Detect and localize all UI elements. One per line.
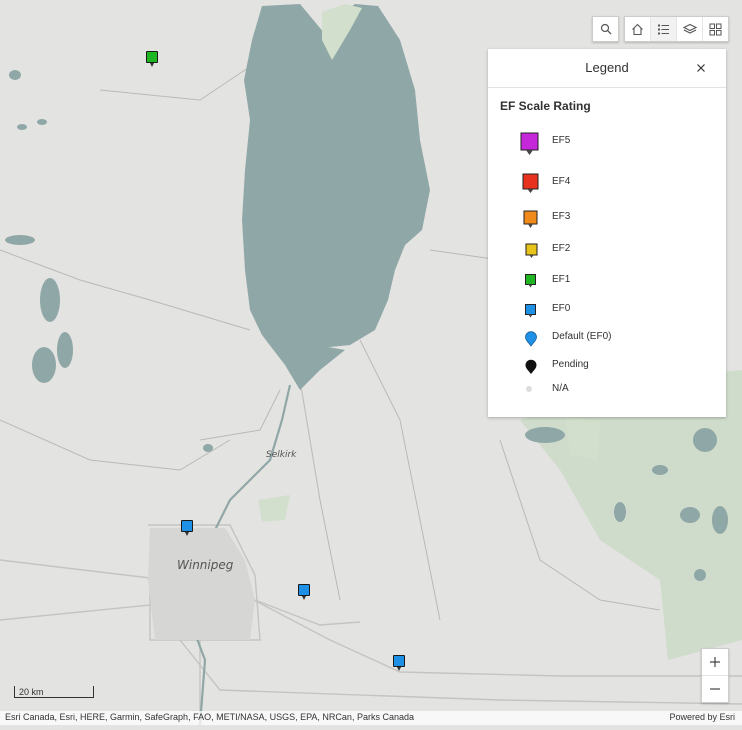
legend-item-label: EF1 — [552, 274, 571, 285]
park-area — [565, 418, 600, 460]
square-pin-icon — [520, 132, 539, 155]
search-icon — [600, 23, 611, 35]
home-icon — [632, 23, 643, 35]
legend-title: Legend — [585, 60, 629, 75]
legend-item-label: Default (EF0) — [552, 331, 612, 342]
zoom-control — [701, 648, 729, 703]
widget-toolbar — [624, 16, 729, 42]
legend-item-label: EF4 — [552, 176, 571, 187]
legend-item-label: N/A — [552, 383, 569, 394]
attribution-bar: Esri Canada, Esri, HERE, Garmin, SafeGra… — [0, 711, 742, 725]
place-label-winnipeg: Winnipeg — [177, 558, 234, 572]
layers-icon — [682, 23, 697, 34]
legend-list-icon — [658, 24, 669, 34]
legend-subtitle: EF Scale Rating — [500, 99, 591, 113]
square-pin-icon — [522, 173, 539, 193]
search-button[interactable] — [593, 17, 618, 41]
powered-by-esri[interactable]: Powered by Esri — [669, 712, 735, 722]
close-icon — [697, 64, 705, 72]
legend-item-label: EF5 — [552, 135, 571, 146]
attribution-sources[interactable]: Esri Canada, Esri, HERE, Garmin, SafeGra… — [5, 712, 414, 722]
tornado-marker-ef0[interactable] — [298, 584, 310, 600]
place-label-selkirk: Selkirk — [266, 450, 297, 460]
dot-icon — [526, 386, 532, 392]
tornado-marker-ef0[interactable] — [181, 520, 193, 536]
legend-panel: Legend EF Scale Rating EF5 EF4 EF3 EF2 E… — [488, 49, 726, 417]
legend-item-label: EF2 — [552, 243, 571, 254]
basemap-gallery-icon — [709, 23, 722, 35]
legend-button[interactable] — [651, 17, 677, 41]
tornado-marker-ef1[interactable] — [146, 51, 158, 67]
tornado-marker-ef0[interactable] — [393, 655, 405, 671]
plus-icon — [710, 657, 720, 667]
legend-item-label: EF0 — [552, 303, 571, 314]
square-pin-icon — [525, 274, 536, 288]
layers-button[interactable] — [677, 17, 703, 41]
scale-bar: 20 km — [14, 686, 94, 698]
round-pin-icon — [525, 359, 537, 374]
square-pin-icon — [523, 210, 538, 228]
legend-item-label: Pending — [552, 359, 589, 370]
search-toolbar — [592, 16, 619, 42]
round-pin-icon — [525, 331, 537, 347]
home-button[interactable] — [625, 17, 651, 41]
basemap-gallery-button[interactable] — [703, 17, 728, 41]
legend-item-label: EF3 — [552, 211, 571, 222]
scale-label: 20 km — [19, 687, 44, 697]
minus-icon — [710, 688, 720, 690]
zoom-in-button[interactable] — [702, 649, 728, 676]
square-pin-icon — [525, 243, 538, 258]
square-pin-icon — [525, 304, 536, 318]
legend-close-button[interactable] — [692, 59, 710, 77]
zoom-out-button[interactable] — [702, 676, 728, 702]
legend-header: Legend — [488, 49, 726, 88]
